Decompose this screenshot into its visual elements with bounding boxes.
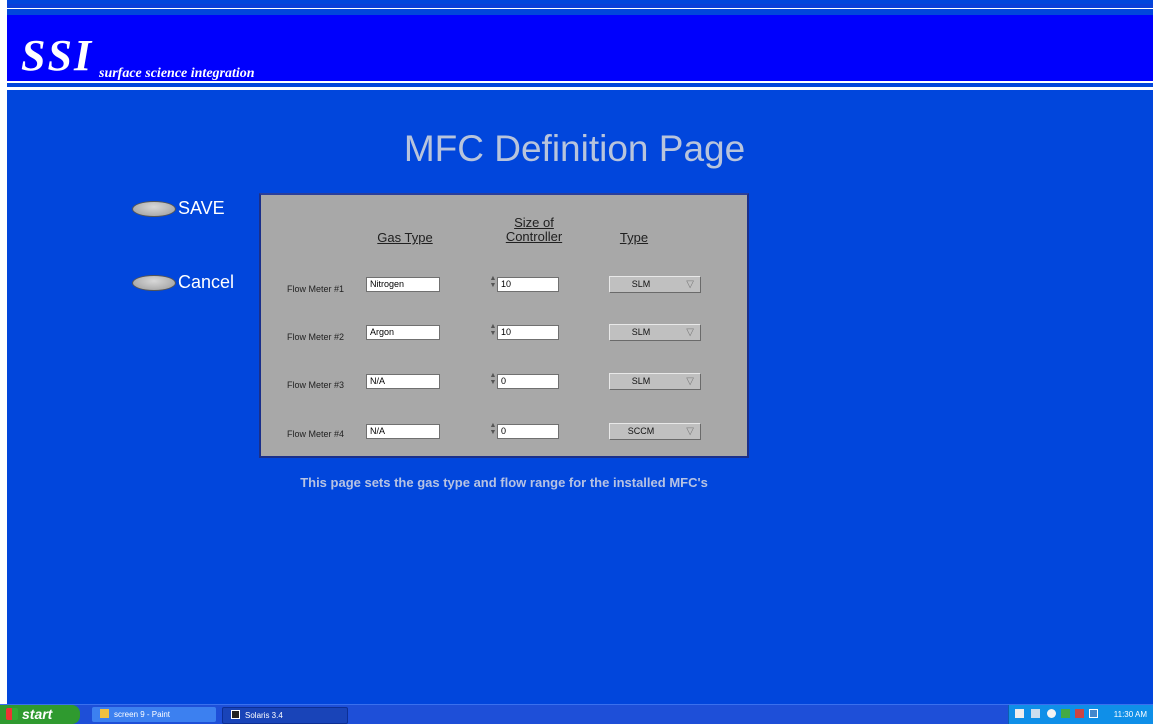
header-rule — [7, 87, 1153, 90]
refresh-icon[interactable] — [1047, 709, 1056, 718]
type-dropdown[interactable]: SCCM ▽ — [609, 423, 701, 440]
solaris-icon — [231, 710, 240, 719]
save-oval-icon — [132, 200, 176, 217]
gas-type-field[interactable]: N/A — [366, 374, 440, 389]
size-spinner-icon[interactable]: ▲ ▼ — [489, 323, 497, 338]
gas-type-field[interactable]: Nitrogen — [366, 277, 440, 292]
dropdown-arrow-icon: ▽ — [686, 279, 694, 290]
taskbar-item-solaris[interactable]: Solaris 3.4 — [222, 707, 348, 724]
security-icon[interactable] — [1061, 709, 1070, 718]
gas-type-field[interactable]: N/A — [366, 424, 440, 439]
save-button[interactable]: SAVE — [132, 198, 225, 219]
dropdown-arrow-icon: ▽ — [686, 426, 694, 437]
top-rule — [7, 4, 1153, 9]
task-label: Solaris 3.4 — [245, 711, 283, 720]
size-field[interactable]: 0 — [497, 374, 559, 389]
paint-icon — [100, 709, 109, 718]
size-header-line2: Controller — [505, 229, 563, 244]
type-value: SLM — [631, 327, 651, 337]
size-field[interactable]: 0 — [497, 424, 559, 439]
header-banner: SSI surface science integration — [7, 15, 1153, 83]
size-header-line1: Size of — [514, 215, 554, 230]
cancel-button[interactable]: Cancel — [132, 272, 234, 293]
page-title-text: MFC Definition Page — [403, 128, 746, 169]
mfc-panel: Gas Type Size of Controller Type Flow Me… — [259, 193, 749, 458]
windows-flag-icon — [6, 708, 18, 720]
logo-subtitle: surface science integration — [99, 66, 255, 81]
help-icon[interactable] — [1015, 709, 1024, 718]
type-dropdown[interactable]: SLM ▽ — [609, 276, 701, 293]
page-caption: This page sets the gas type and flow ran… — [300, 475, 708, 490]
type-dropdown[interactable]: SLM ▽ — [609, 324, 701, 341]
start-label: start — [22, 706, 53, 722]
cancel-oval-icon — [132, 274, 176, 291]
cancel-label: Cancel — [178, 272, 235, 292]
page-title: MFC Definition Page — [0, 128, 1153, 170]
size-spinner-icon[interactable]: ▲ ▼ — [489, 372, 497, 387]
taskbar: start screen 9 - Paint Solaris 3.4 11:30… — [0, 704, 1153, 724]
gas-type-field[interactable]: Argon — [366, 325, 440, 340]
row-label: Flow Meter #1 — [287, 284, 345, 294]
clock: 11:30 AM — [1113, 710, 1147, 719]
gas-type-header: Gas Type — [377, 230, 433, 245]
size-field[interactable]: 10 — [497, 277, 559, 292]
dropdown-arrow-icon: ▽ — [686, 376, 694, 387]
type-value: SCCM — [627, 426, 655, 436]
dropdown-arrow-icon: ▽ — [686, 327, 694, 338]
type-value: SLM — [631, 279, 651, 289]
network-icon[interactable] — [1031, 709, 1040, 718]
type-header: Type — [619, 230, 649, 245]
size-field[interactable]: 10 — [497, 325, 559, 340]
size-spinner-icon[interactable]: ▲ ▼ — [489, 275, 497, 290]
system-tray: 11:30 AM — [1008, 705, 1153, 724]
row-label: Flow Meter #4 — [287, 429, 345, 439]
size-header: Size of Controller — [489, 216, 579, 244]
task-label: screen 9 - Paint — [114, 710, 171, 719]
start-button[interactable]: start — [0, 705, 80, 724]
monitor-icon[interactable] — [1089, 709, 1098, 718]
save-label: SAVE — [178, 198, 225, 218]
shield-icon[interactable] — [1075, 709, 1084, 718]
type-value: SLM — [631, 376, 651, 386]
size-spinner-icon[interactable]: ▲ ▼ — [489, 422, 497, 437]
logo: SSI — [21, 31, 94, 80]
row-label: Flow Meter #2 — [287, 332, 345, 342]
row-label: Flow Meter #3 — [287, 380, 345, 390]
type-dropdown[interactable]: SLM ▽ — [609, 373, 701, 390]
taskbar-item-paint[interactable]: screen 9 - Paint — [92, 707, 216, 722]
